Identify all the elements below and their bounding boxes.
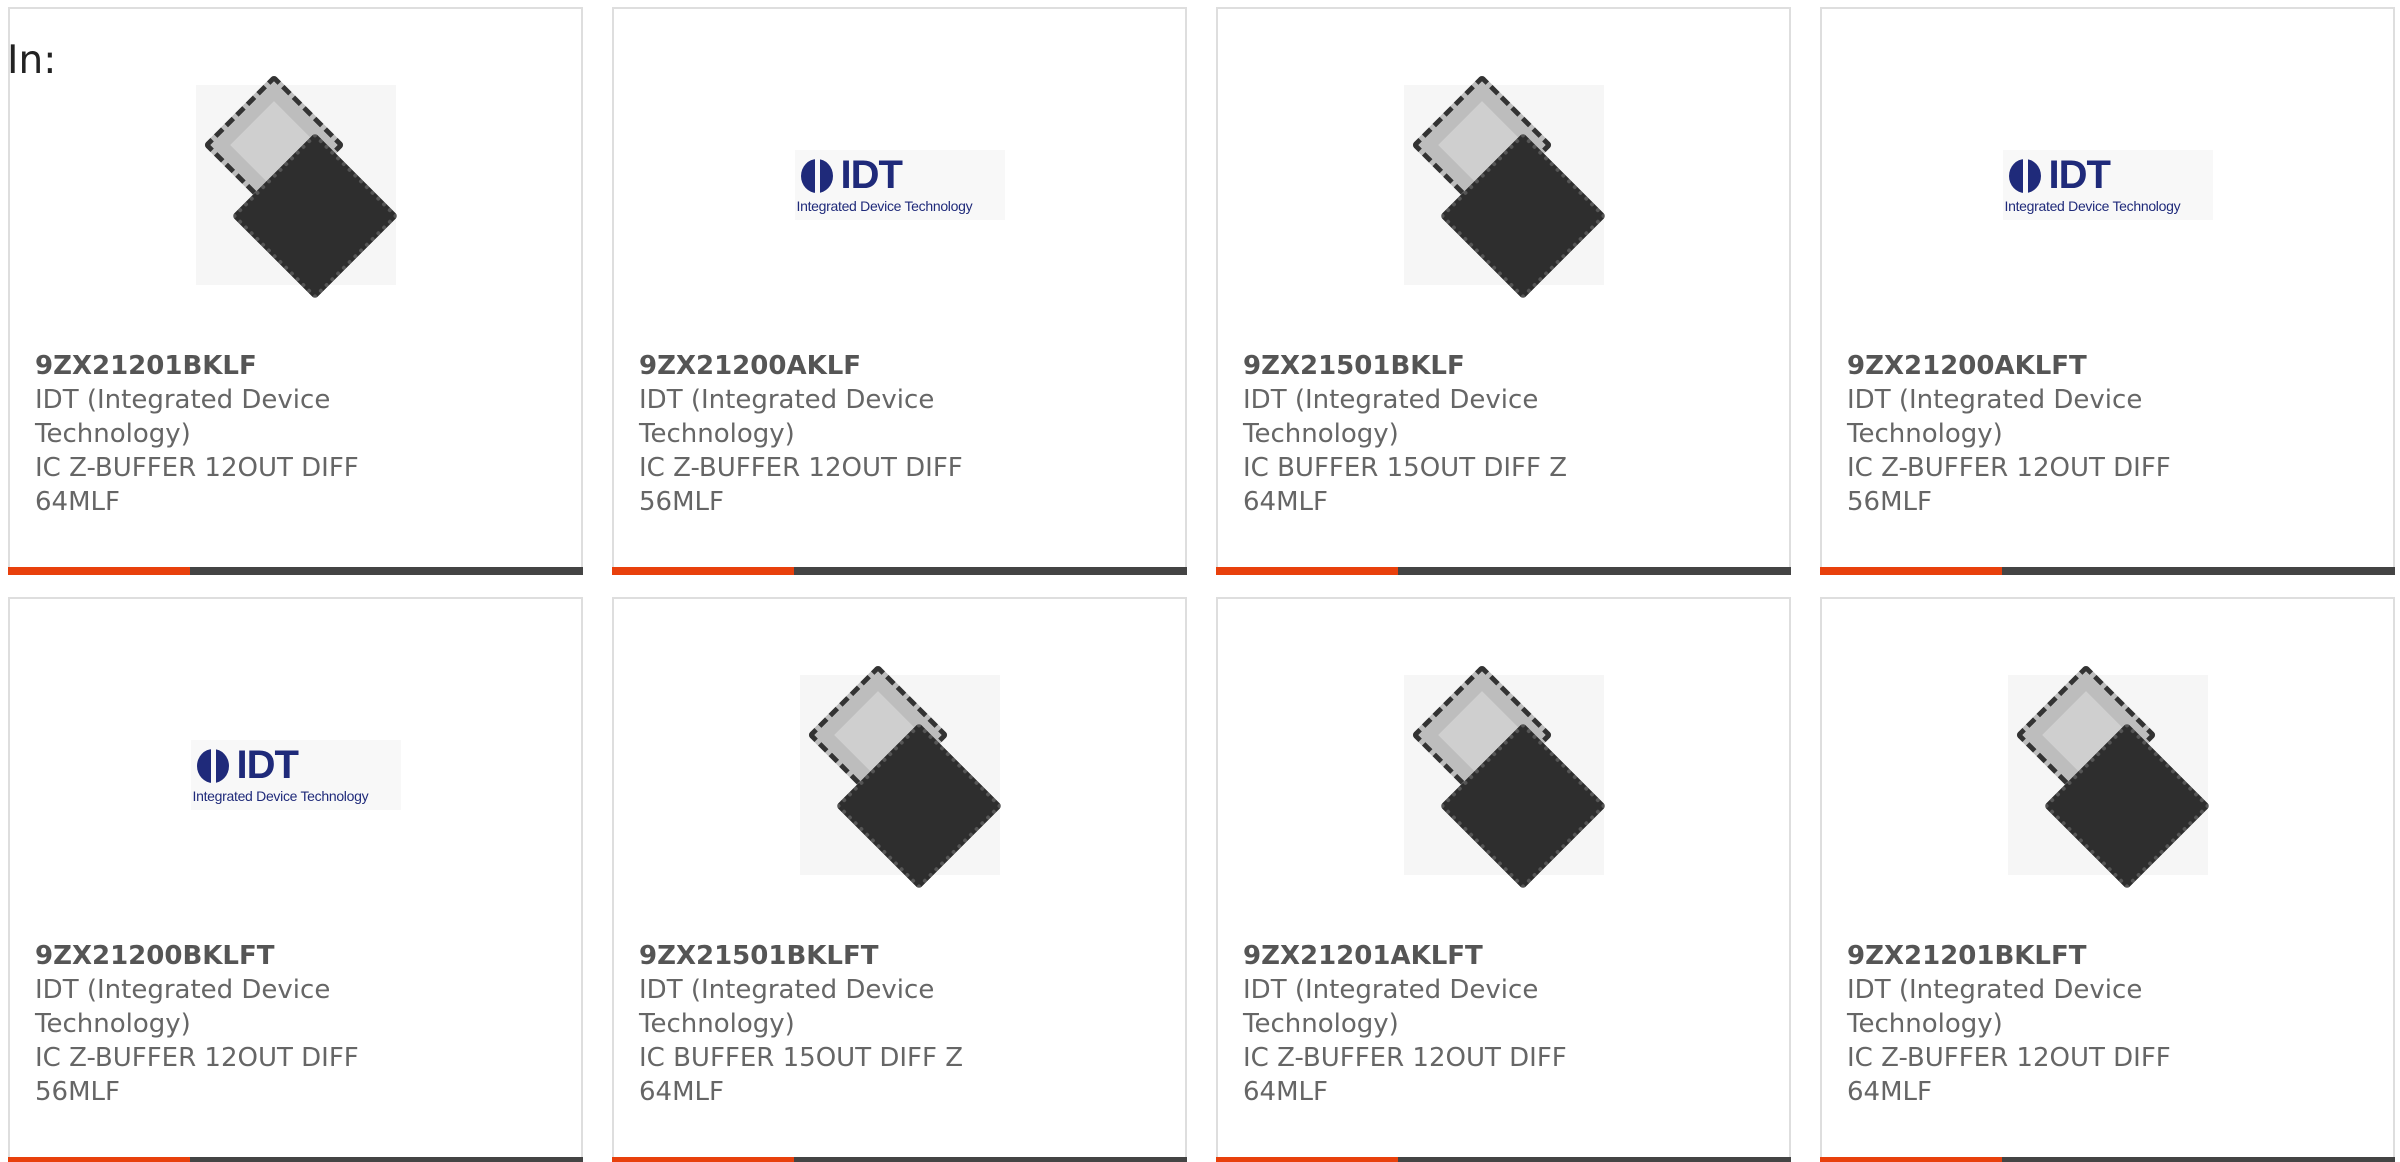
part-number-link[interactable]: 9ZX21201BKLF [35, 349, 375, 383]
product-card[interactable]: 9ZX21201BKLF IDT (Integrated Device Tech… [8, 7, 583, 575]
part-number-link[interactable]: 9ZX21200AKLF [639, 349, 979, 383]
card-bottom-bar [612, 567, 1187, 575]
chip-package-icon [1403, 74, 1606, 300]
manufacturer-name: IDT (Integrated Device Technology) [1243, 385, 1539, 449]
product-card[interactable]: 9ZX21201BKLFT IDT (Integrated Device Tec… [1820, 597, 2395, 1162]
product-card[interactable]: 9ZX21501BKLFT IDT (Integrated Device Tec… [612, 597, 1187, 1162]
part-number-link[interactable]: 9ZX21501BKLFT [639, 939, 979, 973]
part-number-link[interactable]: 9ZX21200AKLFT [1847, 349, 2187, 383]
product-image[interactable]: IDT Integrated Device Technology [10, 671, 581, 879]
product-image[interactable]: IDT Integrated Device Technology [614, 81, 1185, 289]
manufacturer-name: IDT (Integrated Device Technology) [35, 385, 331, 449]
idt-logo-icon: IDT Integrated Device Technology [2002, 150, 2213, 220]
manufacturer-name: IDT (Integrated Device Technology) [35, 975, 331, 1039]
product-card[interactable]: 9ZX21201AKLFT IDT (Integrated Device Tec… [1216, 597, 1791, 1162]
product-image[interactable] [1218, 74, 1789, 300]
chip-package-icon [195, 74, 398, 300]
card-bottom-bar [1216, 1157, 1791, 1162]
manufacturer-name: IDT (Integrated Device Technology) [1847, 385, 2143, 449]
manufacturer-name: IDT (Integrated Device Technology) [639, 975, 935, 1039]
product-image[interactable] [10, 74, 581, 300]
section-heading: In: [7, 38, 57, 83]
part-number-link[interactable]: 9ZX21200BKLFT [35, 939, 375, 973]
card-bottom-bar [1216, 567, 1791, 575]
product-image[interactable] [1218, 664, 1789, 890]
product-image[interactable] [614, 664, 1185, 890]
product-description: IC BUFFER 15OUT DIFF Z 64MLF [1243, 453, 1568, 517]
product-card[interactable]: 9ZX21501BKLF IDT (Integrated Device Tech… [1216, 7, 1791, 575]
product-description: IC Z-BUFFER 12OUT DIFF 64MLF [1847, 1043, 2171, 1107]
card-bottom-bar [1820, 567, 2395, 575]
product-card[interactable]: IDT Integrated Device Technology 9ZX2120… [612, 7, 1187, 575]
chip-package-icon [1403, 664, 1606, 890]
manufacturer-name: IDT (Integrated Device Technology) [639, 385, 935, 449]
product-description: IC Z-BUFFER 12OUT DIFF 64MLF [35, 453, 359, 517]
idt-logo-icon: IDT Integrated Device Technology [794, 150, 1005, 220]
product-image[interactable] [1822, 664, 2393, 890]
product-card[interactable]: IDT Integrated Device Technology 9ZX2120… [1820, 7, 2395, 575]
part-number-link[interactable]: 9ZX21201BKLFT [1847, 939, 2187, 973]
manufacturer-name: IDT (Integrated Device Technology) [1243, 975, 1539, 1039]
card-bottom-bar [8, 567, 583, 575]
part-number-link[interactable]: 9ZX21501BKLF [1243, 349, 1583, 383]
product-description: IC Z-BUFFER 12OUT DIFF 56MLF [35, 1043, 359, 1107]
product-card[interactable]: IDT Integrated Device Technology 9ZX2120… [8, 597, 583, 1162]
product-description: IC BUFFER 15OUT DIFF Z 64MLF [639, 1043, 964, 1107]
card-bottom-bar [1820, 1157, 2395, 1162]
product-grid-page: In: 9ZX21201BKLF IDT (Integrated Device … [0, 0, 2400, 1162]
product-description: IC Z-BUFFER 12OUT DIFF 64MLF [1243, 1043, 1567, 1107]
part-number-link[interactable]: 9ZX21201AKLFT [1243, 939, 1583, 973]
product-description: IC Z-BUFFER 12OUT DIFF 56MLF [639, 453, 963, 517]
chip-package-icon [2007, 664, 2210, 890]
idt-logo-icon: IDT Integrated Device Technology [190, 740, 401, 810]
card-bottom-bar [8, 1157, 583, 1162]
product-image[interactable]: IDT Integrated Device Technology [1822, 81, 2393, 289]
product-description: IC Z-BUFFER 12OUT DIFF 56MLF [1847, 453, 2171, 517]
chip-package-icon [799, 664, 1002, 890]
card-bottom-bar [612, 1157, 1187, 1162]
manufacturer-name: IDT (Integrated Device Technology) [1847, 975, 2143, 1039]
